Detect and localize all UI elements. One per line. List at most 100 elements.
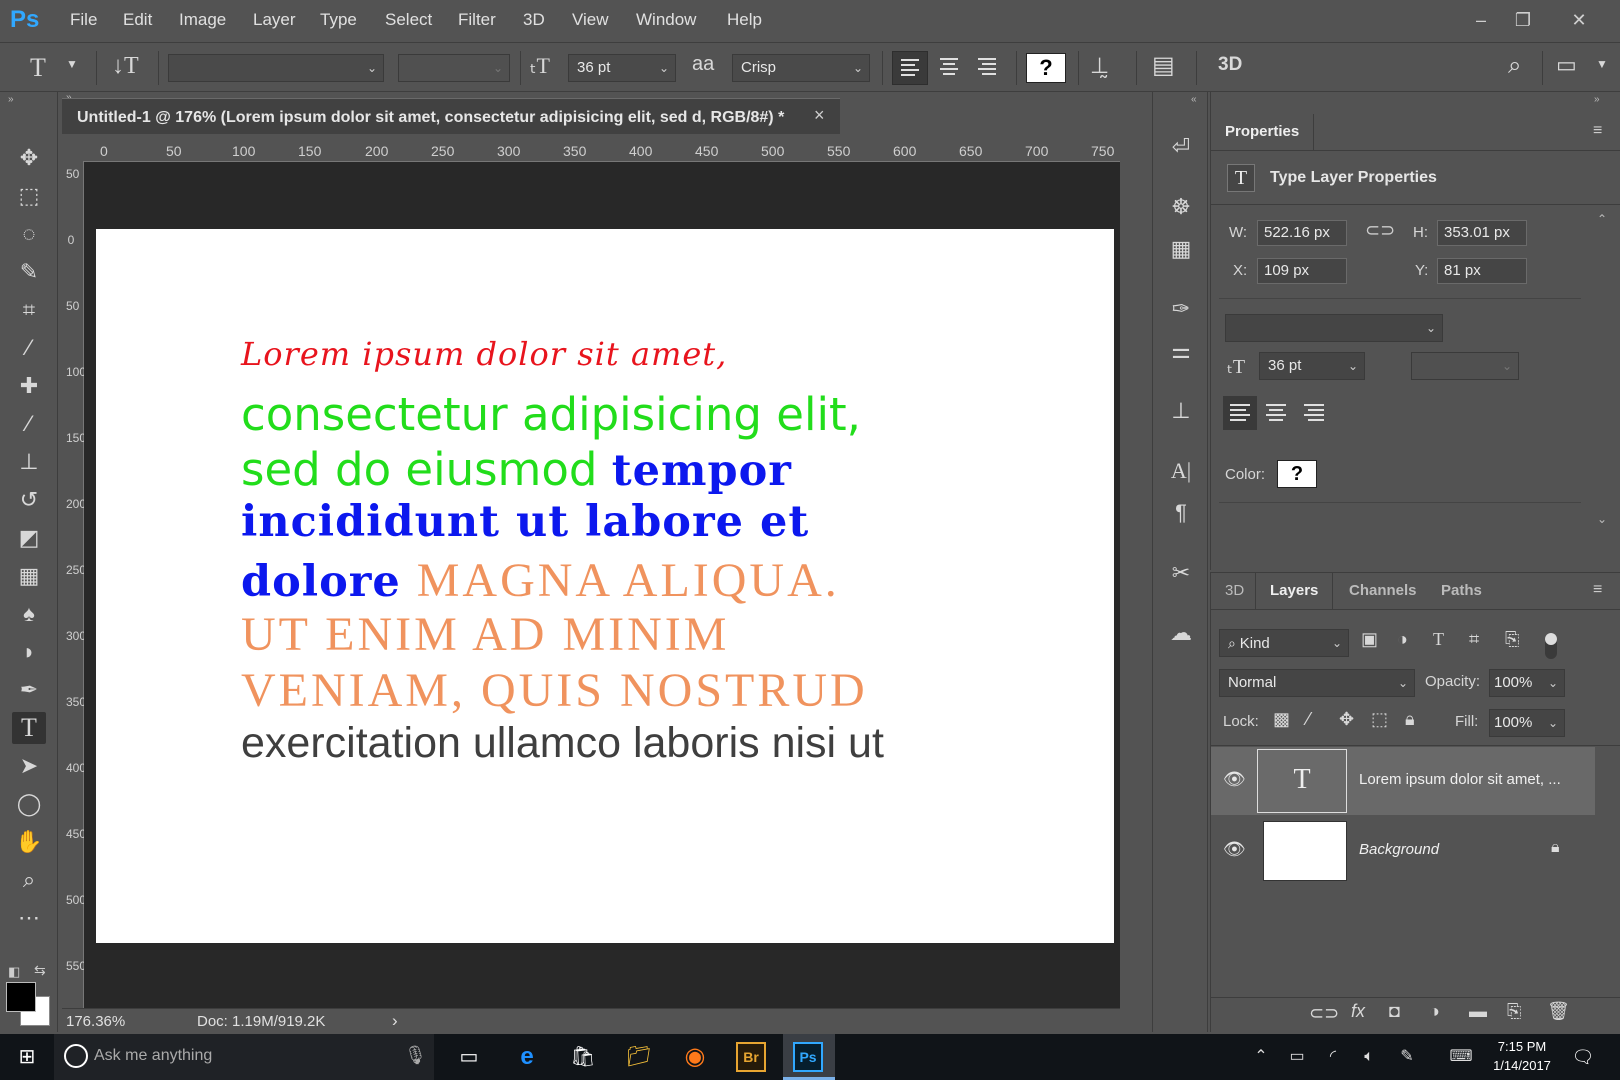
new-group-icon[interactable]: ▬ <box>1469 1001 1487 1022</box>
vertical-ruler[interactable]: 50 0 50 100 150 200 250 300 350 400 450 … <box>62 162 86 1017</box>
status-menu-arrow[interactable]: › <box>392 1011 398 1031</box>
menu-layer[interactable]: Layer <box>253 10 296 30</box>
paragraph-panel-icon[interactable]: ¶ <box>1163 496 1199 530</box>
menu-type[interactable]: Type <box>320 10 357 30</box>
text-orientation-icon[interactable]: ↓T <box>112 53 139 80</box>
clock-time[interactable]: 7:15 PM <box>1490 1039 1554 1054</box>
file-explorer-icon[interactable]: 📁︎ <box>622 1042 656 1072</box>
ellipse-tool-icon[interactable]: ◯ <box>12 788 46 820</box>
link-icon[interactable]: ⊂⊃ <box>1365 220 1395 241</box>
panel-menu-icon[interactable]: ≡ <box>1593 122 1602 140</box>
foreground-color-swatch[interactable] <box>6 982 36 1012</box>
workspace-icon[interactable]: ▭ <box>1556 52 1577 78</box>
antialias-select[interactable]: Crisp ⌄ <box>732 54 870 82</box>
chevron-down-icon[interactable]: ▼ <box>1596 57 1608 71</box>
tab-paths[interactable]: Paths <box>1427 573 1496 609</box>
minimize-button[interactable]: – <box>1459 6 1503 34</box>
panel-menu-icon[interactable]: ≡ <box>1593 581 1602 599</box>
image-filter-icon[interactable]: ▣ <box>1361 629 1378 650</box>
fill-field[interactable]: 100% ⌄ <box>1489 709 1565 737</box>
color-panel-icon[interactable]: ☸ <box>1163 190 1199 224</box>
collapse-icon[interactable]: « <box>1191 94 1197 105</box>
tab-3d[interactable]: 3D <box>1211 573 1258 609</box>
cortana-search[interactable]: Ask me anything 🎙︎ <box>54 1034 434 1080</box>
firefox-icon[interactable]: ◉ <box>678 1042 712 1072</box>
store-icon[interactable]: 🛍︎ <box>566 1042 600 1072</box>
restore-button[interactable]: ❐ <box>1501 6 1545 34</box>
scroll-down-icon[interactable]: ⌄ <box>1597 512 1607 526</box>
volume-icon[interactable]: 🔈︎ <box>1352 1042 1386 1072</box>
clock-date[interactable]: 1/14/2017 <box>1490 1058 1554 1073</box>
clone-stamp-tool-icon[interactable]: ⊥ <box>12 446 46 478</box>
path-selection-tool-icon[interactable]: ➤ <box>12 750 46 782</box>
healing-brush-tool-icon[interactable]: ✚ <box>12 370 46 402</box>
warp-text-icon[interactable]: ⊥̰ <box>1090 53 1109 79</box>
character-panel-icon[interactable]: A| <box>1163 454 1199 488</box>
libraries-panel-icon[interactable]: ☁ <box>1163 616 1199 650</box>
layer-row[interactable]: 👁︎ Background 🔒︎ <box>1211 817 1595 885</box>
zoom-tool-icon[interactable]: ⌕ <box>12 864 46 896</box>
type-tool-preset-icon[interactable]: T <box>30 53 46 83</box>
collapse-icon[interactable]: » <box>1594 94 1600 105</box>
brush-settings-icon[interactable]: ⚌ <box>1163 334 1199 368</box>
eye-icon[interactable]: 👁︎ <box>1223 769 1246 790</box>
layer-name[interactable]: Background <box>1359 841 1439 858</box>
canvas[interactable]: Lorem ipsum dolor sit amet, consectetur … <box>96 229 1114 943</box>
y-field[interactable]: 81 px <box>1437 258 1527 284</box>
quick-select-tool-icon[interactable]: ✎ <box>12 256 46 288</box>
action-center-icon[interactable]: 🗨︎ <box>1566 1042 1600 1072</box>
layer-row[interactable]: 👁︎ T Lorem ipsum dolor sit amet, ... <box>1211 747 1595 815</box>
blur-tool-icon[interactable]: ♠ <box>12 598 46 630</box>
photoshop-taskbar-button[interactable]: Ps <box>783 1034 835 1080</box>
close-window-button[interactable]: ✕ <box>1557 6 1601 34</box>
swatches-panel-icon[interactable]: ▦ <box>1163 232 1199 266</box>
add-mask-icon[interactable]: ◘ <box>1389 1001 1400 1022</box>
align-right-button[interactable] <box>1297 396 1331 430</box>
show-hidden-icons[interactable]: ⌃ <box>1244 1042 1278 1072</box>
hand-tool-icon[interactable]: ✋ <box>12 826 46 858</box>
font-style-select[interactable]: ⌄ <box>398 54 510 82</box>
more-tools-icon[interactable]: ⋯ <box>12 902 46 934</box>
menu-3d[interactable]: 3D <box>523 10 545 30</box>
filter-toggle[interactable] <box>1545 633 1557 659</box>
menu-image[interactable]: Image <box>179 10 226 30</box>
font-size-select[interactable]: 36 pt ⌄ <box>1259 352 1365 380</box>
tab-channels[interactable]: Channels <box>1335 573 1431 609</box>
smart-object-filter-icon[interactable]: ⎘ <box>1505 629 1519 650</box>
delete-layer-icon[interactable]: 🗑︎ <box>1547 1001 1570 1022</box>
clone-source-icon[interactable]: ⊥ <box>1163 394 1199 428</box>
eye-icon[interactable]: 👁︎ <box>1223 839 1246 860</box>
font-size-select[interactable]: 36 pt ⌄ <box>568 54 676 82</box>
link-layers-icon[interactable]: ⊂⊃ <box>1309 1003 1339 1024</box>
brush-tool-icon[interactable]: ⁄ <box>12 408 46 440</box>
pen-icon[interactable]: ✎ <box>1390 1042 1424 1072</box>
move-tool-icon[interactable]: ✥ <box>12 142 46 174</box>
align-left-button[interactable] <box>892 51 928 85</box>
zoom-level[interactable]: 176.36% <box>66 1013 125 1030</box>
menu-file[interactable]: File <box>70 10 97 30</box>
bridge-icon[interactable]: Br <box>736 1042 766 1072</box>
font-family-select[interactable]: ⌄ <box>1225 314 1443 342</box>
history-panel-icon[interactable]: ⏎ <box>1163 130 1199 164</box>
align-left-button[interactable] <box>1223 396 1257 430</box>
menu-select[interactable]: Select <box>385 10 432 30</box>
adjustment-filter-icon[interactable]: ◑ <box>1397 629 1408 650</box>
lock-pixels-icon[interactable]: ⁄ <box>1307 709 1310 730</box>
crop-tool-icon[interactable]: ⌗ <box>12 294 46 326</box>
tab-layers[interactable]: Layers <box>1255 573 1334 609</box>
history-brush-tool-icon[interactable]: ↺ <box>12 484 46 516</box>
horizontal-ruler[interactable]: 0 50 100 150 200 250 300 350 400 450 500… <box>83 140 1120 162</box>
width-field[interactable]: 522.16 px <box>1257 220 1347 246</box>
font-family-select[interactable]: ⌄ <box>168 54 384 82</box>
menu-edit[interactable]: Edit <box>123 10 152 30</box>
align-right-button[interactable] <box>970 51 1006 85</box>
character-panel-icon[interactable]: ▤ <box>1152 51 1175 80</box>
default-colors-icon[interactable]: ◧ <box>8 964 20 980</box>
menu-window[interactable]: Window <box>636 10 696 30</box>
font-style-select[interactable]: ⌄ <box>1411 352 1519 380</box>
keyboard-icon[interactable]: ⌨ <box>1444 1042 1478 1072</box>
opacity-field[interactable]: 100% ⌄ <box>1489 669 1565 697</box>
lasso-tool-icon[interactable]: ◌ <box>12 218 46 250</box>
shape-filter-icon[interactable]: ⌗ <box>1469 629 1479 650</box>
text-color-swatch[interactable]: ? <box>1277 460 1317 488</box>
